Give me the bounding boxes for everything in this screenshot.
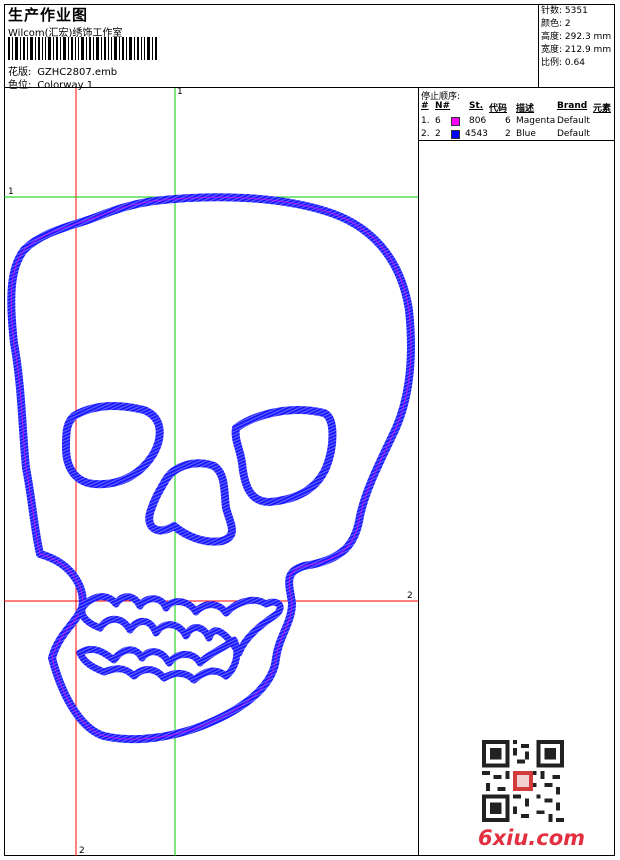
- skull-embroidery: [4, 88, 418, 856]
- stat-stitches: 针数: 5351: [541, 6, 588, 16]
- stats-panel: 针数: 5351 颜色: 2 高度: 292.3 mm 宽度: 212.9 mm…: [539, 4, 615, 88]
- guide-label-top: 1: [177, 88, 183, 97]
- col-code: 代码: [489, 104, 508, 114]
- col-description: 描述: [516, 104, 535, 114]
- table-row[interactable]: 1. 6 806 6 Magenta Default: [419, 116, 615, 128]
- upper-teeth: [78, 593, 284, 657]
- stat-colors: 颜色: 2: [541, 19, 571, 29]
- nose-cavity: [145, 459, 236, 546]
- header-panel: 生产作业图 Wilcom(汇宏)绣饰工作室 花版: GZHC2807.emb 色…: [4, 4, 539, 91]
- qr-code-icon: [482, 740, 564, 822]
- table-divider: [419, 140, 615, 141]
- site-logo[interactable]: 6xiu.com: [478, 826, 585, 850]
- guide-label-left: 1: [8, 187, 14, 197]
- right-eye-socket: [231, 406, 337, 506]
- col-index: #: [421, 101, 429, 111]
- barcode-icon: [8, 37, 157, 60]
- guide-label-bottom: 2: [79, 846, 85, 856]
- sheet-title: 生产作业图: [8, 6, 89, 24]
- guide-label-right: 2: [407, 591, 413, 601]
- stat-height: 高度: 292.3 mm: [541, 32, 612, 42]
- col-brand: Brand: [557, 101, 588, 111]
- stat-width: 宽度: 212.9 mm: [541, 45, 612, 55]
- lower-teeth: [76, 636, 241, 684]
- color-swatch: [451, 117, 460, 126]
- col-element: 元素: [593, 104, 612, 114]
- col-stops: St.: [469, 101, 484, 111]
- design-canvas[interactable]: 1 1 2 2: [4, 88, 419, 856]
- stat-scale: 比例: 0.64: [541, 58, 585, 68]
- col-needle: N#: [435, 101, 451, 111]
- stop-table-header: # N# St. 代码 描述 Brand 元素: [419, 101, 615, 114]
- color-swatch: [451, 130, 460, 139]
- left-eye-socket: [62, 402, 164, 489]
